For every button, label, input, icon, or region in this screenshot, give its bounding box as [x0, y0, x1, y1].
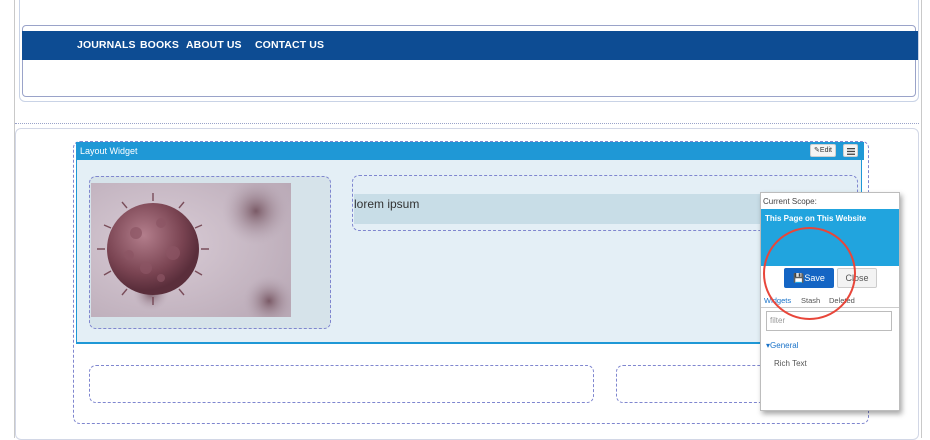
layout-widget-header	[76, 142, 864, 160]
hamburger-icon	[847, 148, 855, 155]
group-general[interactable]: ▾General	[766, 341, 798, 350]
scope-value: This Page on This Website	[765, 214, 867, 223]
empty-widget-slot[interactable]	[89, 365, 594, 403]
main-navigation: JOURNALS BOOKS ABOUT US CONTACT US	[22, 31, 918, 60]
layout-widget-title: Layout Widget	[80, 146, 138, 156]
widget-item-rich-text[interactable]: Rich Text	[774, 359, 807, 368]
nav-item-about-us[interactable]: ABOUT US	[186, 31, 242, 60]
group-general-label: General	[770, 341, 799, 350]
edit-label: Edit	[819, 147, 832, 154]
edit-button[interactable]: ✎Edit	[810, 144, 836, 157]
empty-widget-slot[interactable]	[616, 365, 776, 403]
widget-menu-button[interactable]	[843, 144, 858, 157]
rich-text-content: lorem ipsum	[354, 197, 420, 211]
section-divider	[15, 123, 919, 124]
virus-image	[91, 183, 291, 317]
nav-item-books[interactable]: BOOKS	[140, 31, 179, 60]
nav-item-journals[interactable]: JOURNALS	[77, 31, 136, 60]
nav-item-contact-us[interactable]: CONTACT US	[255, 31, 324, 60]
highlight-circle	[763, 227, 856, 320]
current-scope-label: Current Scope:	[763, 197, 817, 206]
